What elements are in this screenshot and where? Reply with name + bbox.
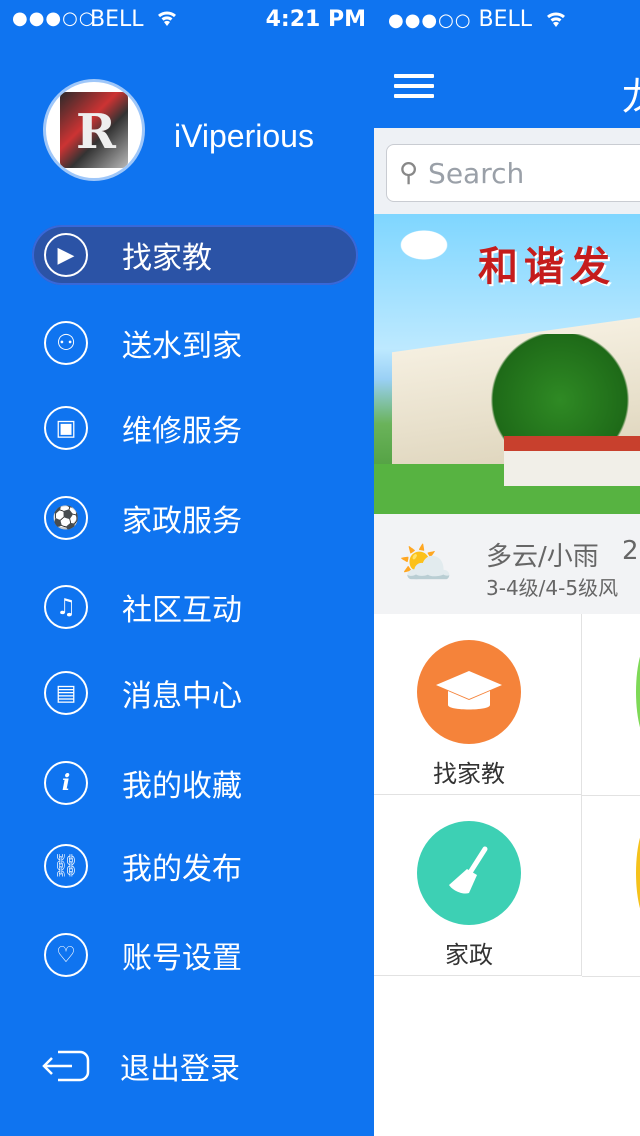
menu-item-repair[interactable]: ▣ 维修服务 <box>32 398 358 458</box>
status-bar: ●●●○○ BELL 4:21 PM <box>0 0 374 40</box>
page-title: 龙 <box>622 66 640 121</box>
video-camera-icon: ▶ <box>44 233 88 277</box>
film-reel-icon: ⚇ <box>44 321 88 365</box>
link-icon: ⛓ <box>44 844 88 888</box>
music-note-icon: ♫ <box>44 585 88 629</box>
banner-tree-illustration <box>470 334 640 444</box>
carrier-name: BELL <box>478 7 533 32</box>
search-icon: ⚲ <box>399 158 419 188</box>
service-tile-peek[interactable] <box>582 614 640 796</box>
menu-item-my-posts[interactable]: ⛓ 我的发布 <box>32 836 358 896</box>
menu-item-housekeeping[interactable]: ⚽ 家政服务 <box>32 488 358 548</box>
soccer-ball-icon: ⚽ <box>44 496 88 540</box>
avatar[interactable] <box>46 82 142 178</box>
logout-button[interactable]: 退出登录 <box>40 1040 240 1092</box>
weather-wind: 3-4级/4-5级风 <box>486 576 619 600</box>
service-icon-peek <box>636 640 640 744</box>
menu-item-label: 消息中心 <box>122 679 242 714</box>
weather-temperature: 2 <box>622 536 639 566</box>
weather-widget: ⛅ 多云/小雨 2 3-4级/4-5级风 <box>374 514 640 615</box>
menu-item-find-tutor[interactable]: ▶ 找家教 <box>32 225 358 285</box>
wifi-icon <box>154 6 180 34</box>
logout-icon <box>40 1040 92 1092</box>
service-tile-tutor[interactable]: 找家教 <box>374 614 582 795</box>
menu-item-community[interactable]: ♫ 社区互动 <box>32 577 358 637</box>
username: iViperious <box>174 118 314 154</box>
menu-toggle-icon[interactable] <box>394 74 434 98</box>
side-drawer: ●●●○○ BELL 4:21 PM iViperious ▶ 找家教 ⚇ 送水… <box>0 0 374 1136</box>
tv-icon: ▣ <box>44 406 88 450</box>
menu-item-favorites[interactable]: i 我的收藏 <box>32 753 358 813</box>
menu-item-water-delivery[interactable]: ⚇ 送水到家 <box>32 313 358 373</box>
main-content: ●●●○○ BELL 龙 ⚲ Search 和谐发 ⛅ 多云/小雨 2 3-4级… <box>374 0 640 1136</box>
top-navigation-bar: ●●●○○ BELL 龙 <box>374 0 640 128</box>
banner-house-illustration <box>504 436 640 486</box>
service-grid: 找家教 家政 <box>374 614 640 977</box>
decorative-flower <box>384 220 464 270</box>
status-time: 4:21 PM <box>265 7 366 32</box>
service-label: 家政 <box>445 941 493 969</box>
graduation-cap-icon <box>417 640 521 744</box>
cloudy-sun-icon: ⛅ <box>398 538 453 589</box>
menu-item-label: 维修服务 <box>122 414 242 449</box>
promo-banner[interactable]: 和谐发 <box>374 214 640 514</box>
heart-icon: ♡ <box>44 933 88 977</box>
logout-label: 退出登录 <box>120 1052 240 1087</box>
menu-item-label: 送水到家 <box>122 329 242 364</box>
carrier-name: BELL <box>90 7 144 32</box>
wifi-icon <box>547 12 566 27</box>
menu-item-label: 家政服务 <box>122 504 242 539</box>
weather-condition: 多云/小雨 <box>486 542 599 572</box>
search-placeholder: Search <box>428 156 525 190</box>
info-icon: i <box>44 761 88 805</box>
menu-item-label: 我的发布 <box>122 852 242 887</box>
broom-icon <box>417 821 521 925</box>
film-strip-icon: ▤ <box>44 671 88 715</box>
signal-strength: ●●●○○ <box>12 8 96 29</box>
search-bar-container: ⚲ Search <box>374 128 640 214</box>
service-icon-peek <box>636 821 640 925</box>
search-input[interactable]: ⚲ Search <box>386 144 640 202</box>
menu-item-messages[interactable]: ▤ 消息中心 <box>32 663 358 723</box>
menu-item-account-settings[interactable]: ♡ 账号设置 <box>32 925 358 985</box>
menu-item-label: 社区互动 <box>122 593 242 628</box>
service-tile-housekeeping[interactable]: 家政 <box>374 795 582 976</box>
menu-item-label: 我的收藏 <box>122 769 242 804</box>
menu-item-label: 账号设置 <box>122 941 242 976</box>
service-label: 找家教 <box>433 760 505 788</box>
banner-slogan: 和谐发 <box>478 243 616 290</box>
status-bar: ●●●○○ BELL <box>388 7 569 32</box>
avatar-image <box>60 92 128 168</box>
menu-item-label: 找家教 <box>122 241 212 276</box>
signal-strength: ●●●○○ <box>388 10 472 31</box>
service-tile-peek[interactable] <box>582 795 640 977</box>
